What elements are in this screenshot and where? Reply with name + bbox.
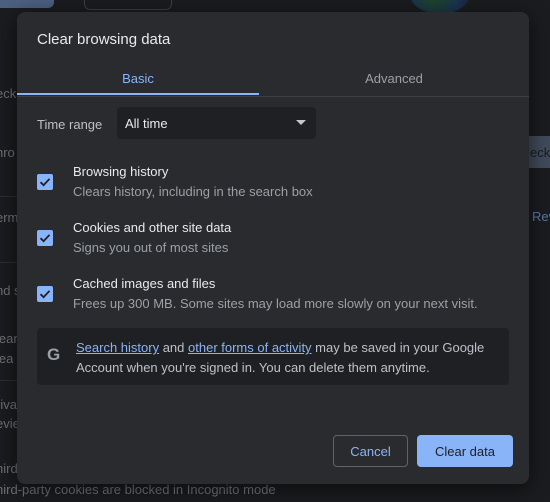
clear-browsing-data-dialog: Clear browsing data Basic Advanced Time … (17, 12, 529, 484)
time-range-value: All time (125, 115, 168, 131)
clear-data-button[interactable]: Clear data (417, 435, 513, 467)
option-description: Frees up 300 MB. Some sites may load mor… (73, 296, 478, 311)
background-text: eck (0, 86, 17, 101)
browsing-history-checkbox[interactable] (37, 174, 53, 190)
background-footer-text: hird-party cookies are blocked in Incogn… (0, 482, 276, 497)
cancel-button[interactable]: Cancel (333, 435, 408, 467)
option-title: Cookies and other site data (73, 220, 232, 235)
dropdown-caret-icon (296, 120, 306, 125)
info-text-part: and (159, 340, 189, 355)
background-button-outline (84, 0, 172, 10)
time-range-select[interactable]: All time (117, 107, 316, 139)
background-text: eck (530, 145, 550, 160)
tab-advanced[interactable]: Advanced (273, 62, 515, 94)
cookies-checkbox[interactable] (37, 230, 53, 246)
background-link: Rev (532, 209, 550, 224)
background-text: lear (0, 331, 18, 346)
tab-bar: Basic Advanced (17, 62, 529, 97)
checkmark-icon (39, 290, 51, 299)
checkmark-icon (39, 178, 51, 187)
option-title: Cached images and files (73, 276, 216, 291)
option-browsing-history: Browsing history Clears history, includi… (37, 164, 517, 204)
background-text: erm (0, 210, 19, 225)
google-g-icon: G (47, 345, 61, 364)
tab-label: Basic (122, 70, 154, 86)
cached-images-checkbox[interactable] (37, 286, 53, 302)
tab-basic[interactable]: Basic (17, 62, 259, 95)
option-description: Clears history, including in the search … (73, 184, 313, 199)
dialog-title: Clear browsing data (37, 31, 171, 48)
time-range-label: Time range (37, 117, 103, 132)
checkmark-icon (39, 234, 51, 243)
other-activity-link[interactable]: other forms of activity (188, 340, 312, 355)
info-text: Search history and other forms of activi… (76, 338, 506, 378)
google-account-info: G Search history and other forms of acti… (37, 328, 509, 385)
background-text: hird (0, 461, 18, 476)
background-text: hro (0, 145, 15, 160)
background-button (0, 0, 54, 8)
option-cached-images: Cached images and files Frees up 300 MB.… (37, 276, 517, 316)
background-text: lea (0, 351, 14, 366)
option-title: Browsing history (73, 164, 169, 179)
tab-label: Advanced (365, 70, 423, 86)
search-history-link[interactable]: Search history (76, 340, 159, 355)
active-tab-indicator (17, 93, 259, 95)
option-cookies: Cookies and other site data Signs you ou… (37, 220, 517, 260)
option-description: Signs you out of most sites (73, 240, 229, 255)
